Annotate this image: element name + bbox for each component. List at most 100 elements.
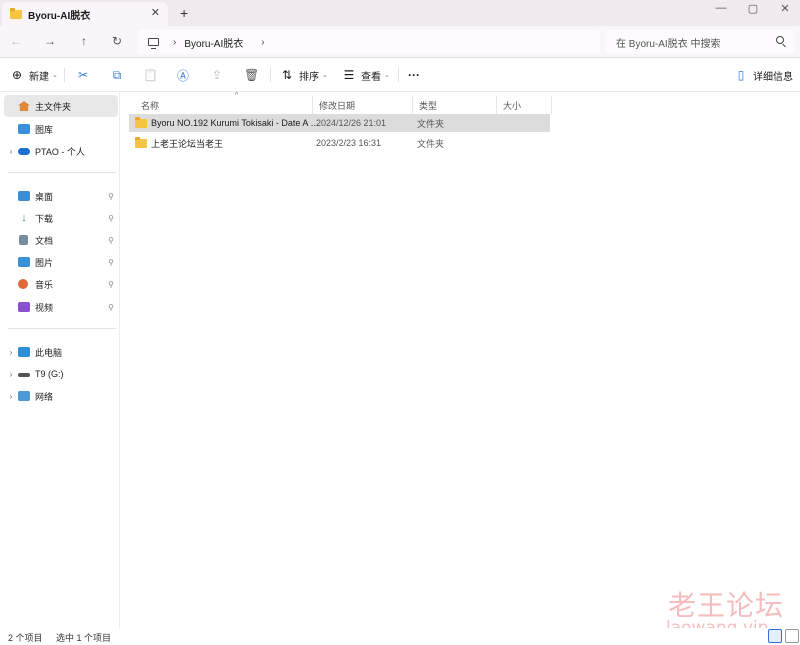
- sidebar-item-pictures[interactable]: 图片 ⚲: [4, 251, 118, 273]
- sort-label: 排序: [299, 71, 319, 83]
- sort-icon: ⇅: [281, 68, 293, 82]
- toolbar-divider: [270, 68, 271, 82]
- sidebar-item-label: 此电脑: [35, 347, 63, 358]
- sidebar-item-label: 主文件夹: [35, 101, 72, 112]
- details-view-icon[interactable]: [768, 629, 782, 643]
- rename-button[interactable]: Ⓐ: [176, 66, 195, 84]
- navigation-pane: 主文件夹 图库 › PTAO - 个人 桌面 ⚲ ↓ 下载 ⚲ 文档 ⚲ 图片 …: [0, 92, 120, 628]
- file-type: 文件夹: [417, 118, 445, 129]
- chevron-right-icon[interactable]: ›: [4, 147, 18, 156]
- new-button[interactable]: ⊕ 新建 ⌄: [10, 66, 58, 84]
- status-bar: 2 个项目 选中 1 个项目: [0, 628, 800, 645]
- pictures-icon: [18, 257, 30, 267]
- copy-icon: ⧉: [112, 67, 122, 82]
- delete-icon: 🗑: [244, 68, 260, 82]
- sidebar-item-documents[interactable]: 文档 ⚲: [4, 229, 118, 251]
- sidebar-item-desktop[interactable]: 桌面 ⚲: [4, 185, 118, 207]
- view-label: 查看: [361, 71, 381, 83]
- folder-icon: [135, 136, 147, 148]
- chevron-right-icon[interactable]: ›: [4, 370, 18, 379]
- tab-close-icon[interactable]: ✕: [151, 6, 160, 19]
- sidebar-item-home[interactable]: 主文件夹: [4, 95, 118, 117]
- sidebar-item-label: PTAO - 个人: [35, 146, 85, 157]
- pin-icon[interactable]: ⚲: [108, 258, 114, 267]
- address-bar-row: ← → ↑ ↻ › Byoru-AI脱衣 › 在 Byoru-AI脱衣 中搜索: [0, 26, 800, 58]
- chevron-down-icon: ⌄: [322, 72, 328, 79]
- command-bar: ⊕ 新建 ⌄ ✂ ⧉ 📋 Ⓐ ⇪ 🗑 ⇅ 排序 ⌄ ☰ 查看 ⌄ ··· ▯ 详…: [0, 58, 800, 92]
- sort-ascending-icon: ^: [235, 92, 239, 99]
- list-item[interactable]: Byoru NO.192 Kurumi Tokisaki - Date A Li…: [129, 114, 550, 132]
- home-icon: [18, 101, 30, 111]
- video-icon: [18, 302, 30, 312]
- add-icon: ⊕: [11, 68, 23, 82]
- sidebar-divider: [8, 328, 116, 329]
- folder-icon: [10, 7, 22, 19]
- tiles-view-icon[interactable]: [785, 629, 799, 643]
- breadcrumb-separator[interactable]: ›: [261, 37, 264, 48]
- tab-byoru[interactable]: Byoru-AI脱衣 ✕: [2, 2, 168, 26]
- refresh-button[interactable]: ↻: [109, 34, 125, 48]
- sort-button[interactable]: ⇅ 排序 ⌄: [280, 66, 328, 84]
- column-header-type[interactable]: 类型: [413, 96, 497, 114]
- up-button[interactable]: ↑: [76, 34, 92, 48]
- list-item[interactable]: 上老王论坛当老王 2023/2/23 16:31 文件夹: [129, 134, 550, 152]
- back-button[interactable]: ←: [8, 34, 24, 48]
- music-icon: [18, 279, 28, 289]
- sidebar-item-label: 网络: [35, 391, 54, 402]
- cut-icon: ✂: [77, 68, 89, 82]
- sidebar-item-downloads[interactable]: ↓ 下载 ⚲: [4, 207, 118, 229]
- paste-icon: 📋: [143, 68, 158, 82]
- pin-icon[interactable]: ⚲: [108, 214, 114, 223]
- copy-button[interactable]: ⧉: [110, 66, 129, 84]
- network-icon: [18, 391, 30, 401]
- selection-count: 选中 1 个项目: [56, 633, 112, 643]
- forward-button[interactable]: →: [42, 34, 58, 48]
- new-label: 新建: [29, 71, 49, 83]
- sidebar-item-drive-g[interactable]: › T9 (G:): [4, 363, 118, 385]
- share-icon: ⇪: [211, 68, 223, 82]
- maximize-button[interactable]: ▢: [738, 2, 768, 15]
- pin-icon[interactable]: ⚲: [108, 280, 114, 289]
- column-header-date[interactable]: 修改日期: [313, 96, 413, 114]
- sidebar-item-gallery[interactable]: 图库: [4, 118, 118, 140]
- sidebar-item-videos[interactable]: 视频 ⚲: [4, 296, 118, 318]
- new-tab-button[interactable]: +: [180, 5, 188, 21]
- more-options-button[interactable]: ···: [408, 66, 420, 84]
- file-name: Byoru NO.192 Kurumi Tokisaki - Date A Li…: [151, 118, 321, 128]
- address-input[interactable]: › Byoru-AI脱衣 ›: [138, 30, 600, 54]
- sidebar-item-label: 桌面: [35, 191, 54, 202]
- paste-button[interactable]: 📋: [143, 66, 162, 84]
- chevron-down-icon: ⌄: [384, 72, 390, 79]
- details-pane-button[interactable]: ▯ 详细信息: [734, 66, 793, 84]
- view-icon: ☰: [343, 68, 355, 82]
- column-header-size[interactable]: 大小: [497, 96, 552, 114]
- pin-icon[interactable]: ⚲: [108, 236, 114, 245]
- file-list: 名称 ^ 修改日期 类型 大小 Byoru NO.192 Kurumi Toki…: [121, 92, 800, 628]
- search-icon[interactable]: [776, 36, 784, 44]
- sidebar-item-onedrive[interactable]: › PTAO - 个人: [4, 140, 118, 162]
- pin-icon[interactable]: ⚲: [108, 192, 114, 201]
- download-icon: ↓: [21, 212, 27, 224]
- chevron-right-icon[interactable]: ›: [4, 392, 18, 401]
- drive-icon: [18, 373, 30, 377]
- sidebar-item-music[interactable]: 音乐 ⚲: [4, 273, 118, 295]
- close-window-button[interactable]: ✕: [770, 2, 800, 15]
- delete-button[interactable]: 🗑: [244, 66, 263, 84]
- column-header-name[interactable]: 名称 ^: [135, 92, 313, 114]
- file-name: 上老王论坛当老王: [151, 138, 224, 149]
- breadcrumb-separator[interactable]: ›: [173, 37, 176, 48]
- search-input[interactable]: 在 Byoru-AI脱衣 中搜索: [606, 30, 794, 54]
- sidebar-item-this-pc[interactable]: › 此电脑: [4, 341, 118, 363]
- sidebar-item-network[interactable]: › 网络: [4, 385, 118, 407]
- cut-button[interactable]: ✂: [76, 66, 95, 84]
- share-button[interactable]: ⇪: [210, 66, 229, 84]
- toolbar-divider: [398, 68, 399, 82]
- desktop-icon: [18, 191, 30, 201]
- minimize-button[interactable]: —: [706, 2, 736, 14]
- breadcrumb-item[interactable]: Byoru-AI脱衣: [184, 35, 243, 50]
- view-button[interactable]: ☰ 查看 ⌄: [342, 66, 390, 84]
- file-date: 2024/12/26 21:01: [316, 118, 387, 128]
- chevron-right-icon[interactable]: ›: [4, 348, 18, 357]
- toolbar-divider: [64, 68, 65, 82]
- pin-icon[interactable]: ⚲: [108, 303, 114, 312]
